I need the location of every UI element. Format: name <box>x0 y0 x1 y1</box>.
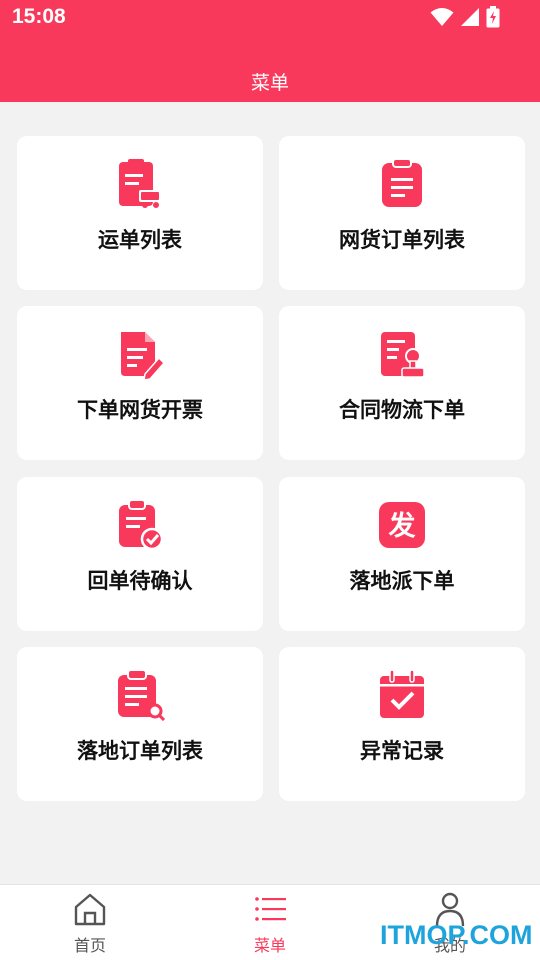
tab-label: 首页 <box>73 936 106 955</box>
tab-label: 菜单 <box>253 936 286 955</box>
menu-card-online-order-list[interactable]: 网货订单列表 <box>279 136 525 290</box>
tab-home[interactable]: 首页 <box>0 885 180 960</box>
receipt-check-icon <box>119 499 164 551</box>
invoice-edit-icon <box>121 332 165 380</box>
contract-stamp-icon <box>381 332 425 378</box>
status-icons <box>430 6 500 28</box>
menu-card-waybill-list[interactable]: 运单列表 <box>17 136 263 290</box>
order-search-icon <box>118 669 165 721</box>
menu-card-label: 运单列表 <box>98 228 182 252</box>
status-time: 15:08 <box>12 5 66 28</box>
page-title: 菜单 <box>250 72 289 94</box>
menu-card-exception-records[interactable]: 异常记录 <box>279 647 525 801</box>
menu-card-dispatch-order[interactable]: 发 落地派下单 <box>279 477 525 631</box>
clipboard-list-icon <box>382 158 422 207</box>
home-icon <box>74 893 106 926</box>
menu-card-label: 异常记录 <box>360 739 444 763</box>
calendar-check-icon <box>380 669 424 718</box>
menu-card-label: 下单网货开票 <box>77 398 203 422</box>
waybill-list-icon <box>119 159 161 208</box>
menu-card-label: 落地派下单 <box>349 569 455 593</box>
menu-card-label: 合同物流下单 <box>339 398 465 422</box>
wifi-icon <box>430 8 454 26</box>
menu-card-contract-order[interactable]: 合同物流下单 <box>279 306 525 460</box>
app-header: 15:08 菜单 <box>0 0 540 102</box>
menu-card-invoice[interactable]: 下单网货开票 <box>17 306 263 460</box>
menu-card-landing-order-list[interactable]: 落地订单列表 <box>17 647 263 801</box>
menu-card-receipt-confirm[interactable]: 回单待确认 <box>17 477 263 631</box>
svg-text:发: 发 <box>388 510 416 542</box>
watermark: ITMOP.COM <box>380 920 533 950</box>
menu-card-label: 落地订单列表 <box>77 739 203 763</box>
menu-list-icon <box>255 897 286 921</box>
battery-icon <box>486 6 500 28</box>
menu-card-label: 网货订单列表 <box>339 228 465 252</box>
dispatch-fa-icon: 发 <box>379 502 425 548</box>
tab-menu[interactable]: 菜单 <box>180 885 360 960</box>
signal-icon <box>461 8 479 26</box>
menu-card-label: 回单待确认 <box>87 569 193 593</box>
